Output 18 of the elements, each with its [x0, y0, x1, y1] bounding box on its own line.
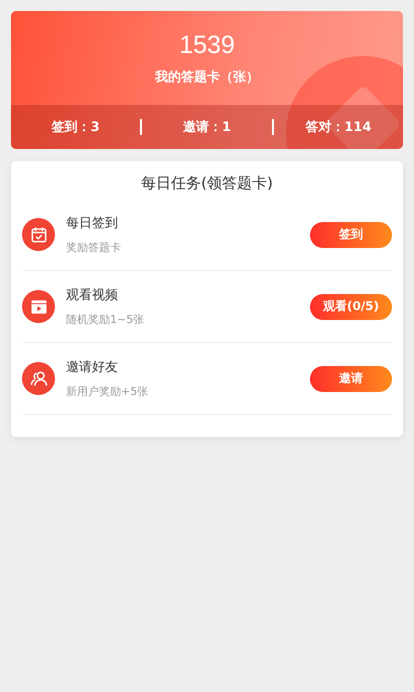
video-icon	[22, 290, 55, 323]
task-name: 观看视频	[66, 287, 119, 304]
task-action-button[interactable]: 邀请	[310, 366, 392, 392]
card-count-label: 我的答题卡（张）	[155, 69, 259, 86]
people-icon	[22, 362, 55, 395]
stat-label: 答对：114	[304, 119, 372, 136]
task-card-title: 每日任务(领答题卡)	[140, 173, 274, 194]
task-name: 每日签到	[66, 215, 119, 232]
card-count: 1539	[179, 31, 235, 60]
task-action-button[interactable]: 签到	[310, 222, 392, 248]
calendar-icon	[22, 218, 55, 251]
task-reward: 新用户奖励+5张	[66, 384, 150, 399]
stat-label: 签到：3	[50, 119, 101, 136]
task-action-button[interactable]: 观看(0/5)	[310, 294, 392, 320]
stat-label: 邀请：1	[182, 119, 232, 136]
task-reward: 奖励答题卡	[66, 240, 122, 255]
task-reward: 随机奖励1~5张	[66, 312, 146, 327]
task-name: 邀请好友	[66, 359, 119, 376]
